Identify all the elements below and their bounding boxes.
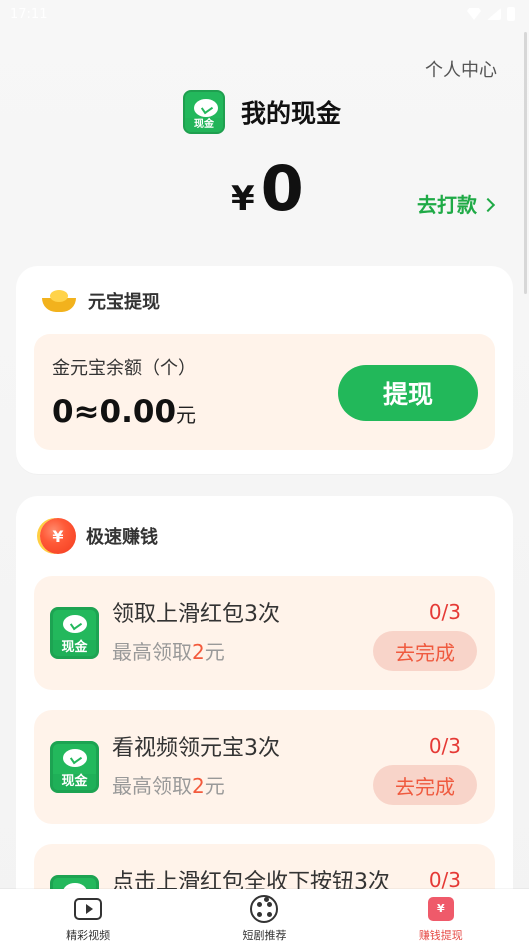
status-bar: 17:11	[0, 0, 529, 28]
nav-label-video: 精彩视频	[66, 928, 111, 942]
fast-earn-card: ¥ 极速赚钱 现金 领取上滑红包3次 最高领取2元 0/3 去完成 现金 看视频…	[16, 496, 513, 944]
task-reward-amount: 2	[192, 774, 205, 798]
check-icon	[63, 615, 87, 633]
task-reward-amount: 2	[192, 640, 205, 664]
task-subtitle: 最高领取2元	[112, 636, 225, 665]
complete-task-button[interactable]: 去完成	[373, 765, 477, 805]
status-time: 17:11	[10, 6, 48, 22]
nav-label-drama: 短剧推荐	[242, 928, 287, 942]
task-card: 现金 领取上滑红包3次 最高领取2元 0/3 去完成	[34, 576, 495, 690]
status-icons	[467, 7, 515, 21]
task-subtitle-suffix: 元	[204, 640, 225, 664]
cash-balance: ¥ 0	[231, 158, 304, 220]
nav-item-drama[interactable]: 短剧推荐	[204, 894, 324, 943]
film-shape	[250, 894, 279, 923]
fast-earn-title-text: 极速赚钱	[86, 527, 158, 548]
page-title: 我的现金	[241, 99, 342, 128]
chevron-right-icon	[480, 197, 496, 212]
yuanbao-section-title: 元宝提现	[16, 266, 513, 314]
gold-ingot-icon	[40, 288, 78, 314]
check-icon	[194, 99, 218, 117]
complete-task-button[interactable]: 去完成	[373, 631, 477, 671]
balance-amount: 0	[260, 152, 304, 225]
withdraw-button[interactable]: 提现	[338, 365, 478, 421]
scrollbar-thumb[interactable]	[524, 32, 527, 294]
gold-balance-unit: 元	[176, 403, 197, 427]
yuanbao-title-text: 元宝提现	[88, 292, 160, 313]
wifi-icon	[467, 8, 481, 20]
gold-balance-panel: 金元宝余额（个） 0≈0.00元 提现	[34, 334, 495, 450]
battery-icon	[507, 7, 515, 21]
check-icon	[63, 749, 87, 767]
transfer-button[interactable]: 去打款	[417, 189, 496, 218]
yuanbao-withdraw-card: 元宝提现 金元宝余额（个） 0≈0.00元 提现	[16, 266, 513, 474]
gold-balance-number: 0≈0.00	[52, 394, 177, 430]
money-shape: ¥	[427, 896, 454, 921]
task-subtitle-prefix: 最高领取	[112, 640, 192, 664]
nav-item-earn[interactable]: ¥ 赚钱提现	[381, 895, 501, 943]
wallet-header: 现金 我的现金	[183, 90, 341, 134]
cash-task-icon-label: 现金	[53, 774, 96, 790]
task-title: 看视频领元宝3次	[112, 736, 280, 761]
task-card: 现金 看视频领元宝3次 最高领取2元 0/3 去完成	[34, 710, 495, 824]
task-progress: 0/3	[428, 600, 461, 624]
gold-balance-value: 0≈0.00元	[52, 394, 196, 430]
transfer-button-label: 去打款	[417, 193, 477, 217]
fast-earn-title: ¥ 极速赚钱	[16, 496, 513, 554]
cash-logo-label: 现金	[185, 118, 223, 132]
currency-symbol: ¥	[231, 179, 255, 219]
cash-task-icon: 现金	[50, 607, 99, 659]
nav-item-video[interactable]: 精彩视频	[28, 895, 148, 943]
task-subtitle: 最高领取2元	[112, 770, 225, 799]
task-subtitle-suffix: 元	[204, 774, 225, 798]
video-icon	[74, 895, 103, 923]
money-icon: ¥	[427, 895, 455, 923]
task-title: 领取上滑红包3次	[112, 602, 280, 627]
personal-center-link[interactable]: 个人中心	[425, 56, 497, 82]
video-shape	[74, 897, 103, 920]
task-progress: 0/3	[428, 734, 461, 758]
film-icon	[250, 894, 279, 923]
gold-balance-label: 金元宝余额（个）	[52, 358, 196, 379]
cash-task-icon: 现金	[50, 741, 99, 793]
bottom-navigation: 精彩视频 短剧推荐 ¥ 赚钱提现	[0, 889, 529, 944]
cash-logo-icon: 现金	[183, 90, 225, 134]
signal-icon	[487, 8, 501, 20]
cash-task-icon-label: 现金	[53, 640, 96, 656]
yuan-coin-icon: ¥	[40, 518, 76, 554]
task-subtitle-prefix: 最高领取	[112, 774, 192, 798]
nav-label-earn: 赚钱提现	[418, 928, 463, 942]
